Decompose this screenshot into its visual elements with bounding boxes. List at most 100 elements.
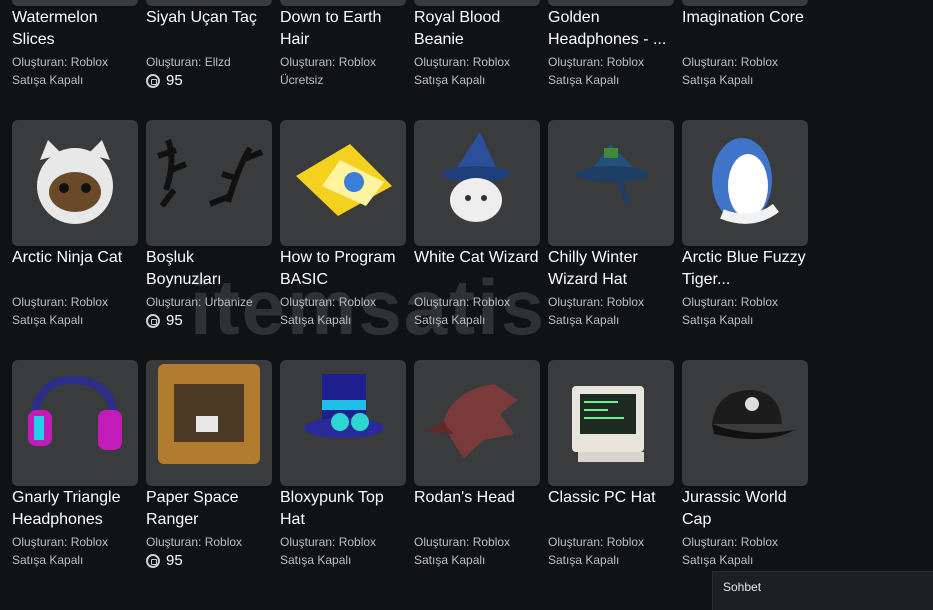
creator-name-link[interactable]: Roblox xyxy=(71,535,108,549)
creator-name-link[interactable]: Roblox xyxy=(205,535,242,549)
creator-name-link[interactable]: Roblox xyxy=(339,535,376,549)
creator-prefix: Oluşturan: xyxy=(548,55,604,69)
catalog-item-card[interactable]: Arctic Blue Fuzzy Tiger... Oluşturan: Rob… xyxy=(682,120,808,360)
chat-bar[interactable]: Sohbet xyxy=(712,571,933,610)
item-thumbnail[interactable] xyxy=(146,0,272,6)
catalog-item-card[interactable]: Watermelon Slices Oluşturan: Roblox Satışa… xyxy=(12,0,138,120)
item-name[interactable]: Arctic Ninja Cat xyxy=(12,247,138,291)
item-thumbnail[interactable] xyxy=(682,120,808,246)
item-thumbnail[interactable] xyxy=(548,360,674,486)
creator-name-link[interactable]: Roblox xyxy=(607,535,644,549)
item-thumbnail[interactable] xyxy=(414,0,540,6)
item-name[interactable]: Watermelon Slices xyxy=(12,7,138,51)
item-thumbnail[interactable] xyxy=(280,0,406,6)
item-thumbnail[interactable] xyxy=(12,360,138,486)
robux-icon xyxy=(146,314,160,328)
item-thumbnail[interactable] xyxy=(548,120,674,246)
creator-prefix: Oluşturan: xyxy=(146,295,202,309)
item-thumbnail[interactable] xyxy=(146,120,272,246)
creator-name-link[interactable]: Roblox xyxy=(741,295,778,309)
item-thumbnail[interactable] xyxy=(12,120,138,246)
catalog-item-card[interactable]: Golden Headphones - ... Oluşturan: Roblox… xyxy=(548,0,674,120)
catalog-item-card[interactable]: Boşluk Boynuzları Oluşturan: Urbanize 95 xyxy=(146,120,272,360)
creator-prefix: Oluşturan: xyxy=(682,55,738,69)
item-thumbnail[interactable] xyxy=(12,0,138,6)
catalog-item-card[interactable]: Paper Space Ranger Oluşturan: Roblox 95 xyxy=(146,360,272,600)
creator-name-link[interactable]: Roblox xyxy=(71,295,108,309)
catalog-item-card[interactable]: Bloxypunk Top Hat Oluşturan: Roblox Satışa… xyxy=(280,360,406,600)
item-name[interactable]: Chilly Winter Wizard Hat xyxy=(548,247,674,291)
item-name[interactable]: How to Program BASIC xyxy=(280,247,406,291)
creator-name-link[interactable]: Roblox xyxy=(473,295,510,309)
item-name[interactable]: Siyah Uçan Taç xyxy=(146,7,272,51)
item-thumbnail[interactable] xyxy=(682,360,808,486)
item-name[interactable]: Imagination Core xyxy=(682,7,808,51)
beanie-icon xyxy=(414,0,540,6)
catalog-item-card[interactable]: Siyah Uçan Taç Oluşturan: Ellzd 95 xyxy=(146,0,272,120)
catalog-item-card[interactable]: How to Program BASIC Oluşturan: Roblox Sat… xyxy=(280,120,406,360)
creator-prefix: Oluşturan: xyxy=(280,295,336,309)
item-creator: Oluşturan: Urbanize xyxy=(146,293,272,311)
item-name[interactable]: White Cat Wizard xyxy=(414,247,540,291)
item-status: Satışa Kapalı xyxy=(548,553,620,567)
item-creator: Oluşturan: Roblox xyxy=(682,53,808,71)
catalog-item-card[interactable]: Gnarly Triangle Headphones Oluşturan: Rob… xyxy=(12,360,138,600)
catalog-item-card[interactable]: Down to Earth Hair Oluşturan: Roblox Ücret… xyxy=(280,0,406,120)
item-name[interactable]: Down to Earth Hair xyxy=(280,7,406,51)
creator-name-link[interactable]: Roblox xyxy=(339,55,376,69)
catalog-item-card[interactable]: Jurassic World Cap Oluşturan: Roblox Satış… xyxy=(682,360,808,600)
creator-prefix: Oluşturan: xyxy=(12,535,68,549)
item-thumbnail[interactable] xyxy=(280,120,406,246)
item-name[interactable]: Classic PC Hat xyxy=(548,487,674,531)
catalog-item-card[interactable]: Rodan's Head Oluşturan: Roblox Satışa Kapa… xyxy=(414,360,540,600)
item-name[interactable]: Golden Headphones - ... xyxy=(548,7,674,51)
item-status: Satışa Kapalı xyxy=(414,553,486,567)
item-thumbnail[interactable] xyxy=(146,360,272,486)
item-name[interactable]: Jurassic World Cap xyxy=(682,487,808,531)
creator-name-link[interactable]: Urbanize xyxy=(205,295,253,309)
item-creator: Oluşturan: Roblox xyxy=(12,533,138,551)
item-thumbnail[interactable] xyxy=(414,360,540,486)
item-thumbnail[interactable] xyxy=(280,360,406,486)
item-name[interactable]: Royal Blood Beanie xyxy=(414,7,540,51)
creator-name-link[interactable]: Ellzd xyxy=(205,55,231,69)
catalog-item-card[interactable]: Imagination Core Oluşturan: Roblox Satışa … xyxy=(682,0,808,120)
creator-name-link[interactable]: Roblox xyxy=(741,55,778,69)
item-name[interactable]: Arctic Blue Fuzzy Tiger... xyxy=(682,247,808,291)
catalog-item-card[interactable]: White Cat Wizard Oluşturan: Roblox Satışa … xyxy=(414,120,540,360)
creator-name-link[interactable]: Roblox xyxy=(607,55,644,69)
item-thumbnail[interactable] xyxy=(414,120,540,246)
item-name[interactable]: Bloxypunk Top Hat xyxy=(280,487,406,531)
creator-name-link[interactable]: Roblox xyxy=(473,55,510,69)
creator-prefix: Oluşturan: xyxy=(280,55,336,69)
box-helmet-icon xyxy=(158,364,260,464)
creator-name-link[interactable]: Roblox xyxy=(339,295,376,309)
item-name[interactable]: Boşluk Boynuzları xyxy=(146,247,272,291)
item-thumbnail[interactable] xyxy=(682,0,808,6)
item-thumbnail[interactable] xyxy=(548,0,674,6)
item-status: Satışa Kapalı xyxy=(414,313,486,327)
watermelon-icon xyxy=(12,0,138,6)
creator-name-link[interactable]: Roblox xyxy=(473,535,510,549)
dragon-head-icon xyxy=(426,384,518,458)
item-creator: Oluşturan: Roblox xyxy=(280,53,406,71)
catalog-item-card[interactable]: Royal Blood Beanie Oluşturan: Roblox Satış… xyxy=(414,0,540,120)
item-creator: Oluşturan: Ellzd xyxy=(146,53,272,71)
item-creator: Oluşturan: Roblox xyxy=(12,53,138,71)
creator-prefix: Oluşturan: xyxy=(12,55,68,69)
item-name[interactable]: Paper Space Ranger xyxy=(146,487,272,531)
creator-name-link[interactable]: Roblox xyxy=(71,55,108,69)
catalog-item-card[interactable]: Arctic Ninja Cat Oluşturan: Roblox Satışa … xyxy=(12,120,138,360)
item-name[interactable]: Rodan's Head xyxy=(414,487,540,531)
creator-name-link[interactable]: Roblox xyxy=(741,535,778,549)
item-status: Ücretsiz xyxy=(280,73,324,87)
top-hat-icon xyxy=(304,374,384,438)
item-creator: Oluşturan: Roblox xyxy=(548,533,674,551)
creator-prefix: Oluşturan: xyxy=(146,55,202,69)
creator-prefix: Oluşturan: xyxy=(548,295,604,309)
creator-name-link[interactable]: Roblox xyxy=(607,295,644,309)
catalog-item-card[interactable]: Chilly Winter Wizard Hat Oluşturan: Roblo… xyxy=(548,120,674,360)
catalog-item-card[interactable]: Classic PC Hat Oluşturan: Roblox Satışa Ka… xyxy=(548,360,674,600)
item-name[interactable]: Gnarly Triangle Headphones xyxy=(12,487,138,531)
item-creator: Oluşturan: Roblox xyxy=(682,293,808,311)
